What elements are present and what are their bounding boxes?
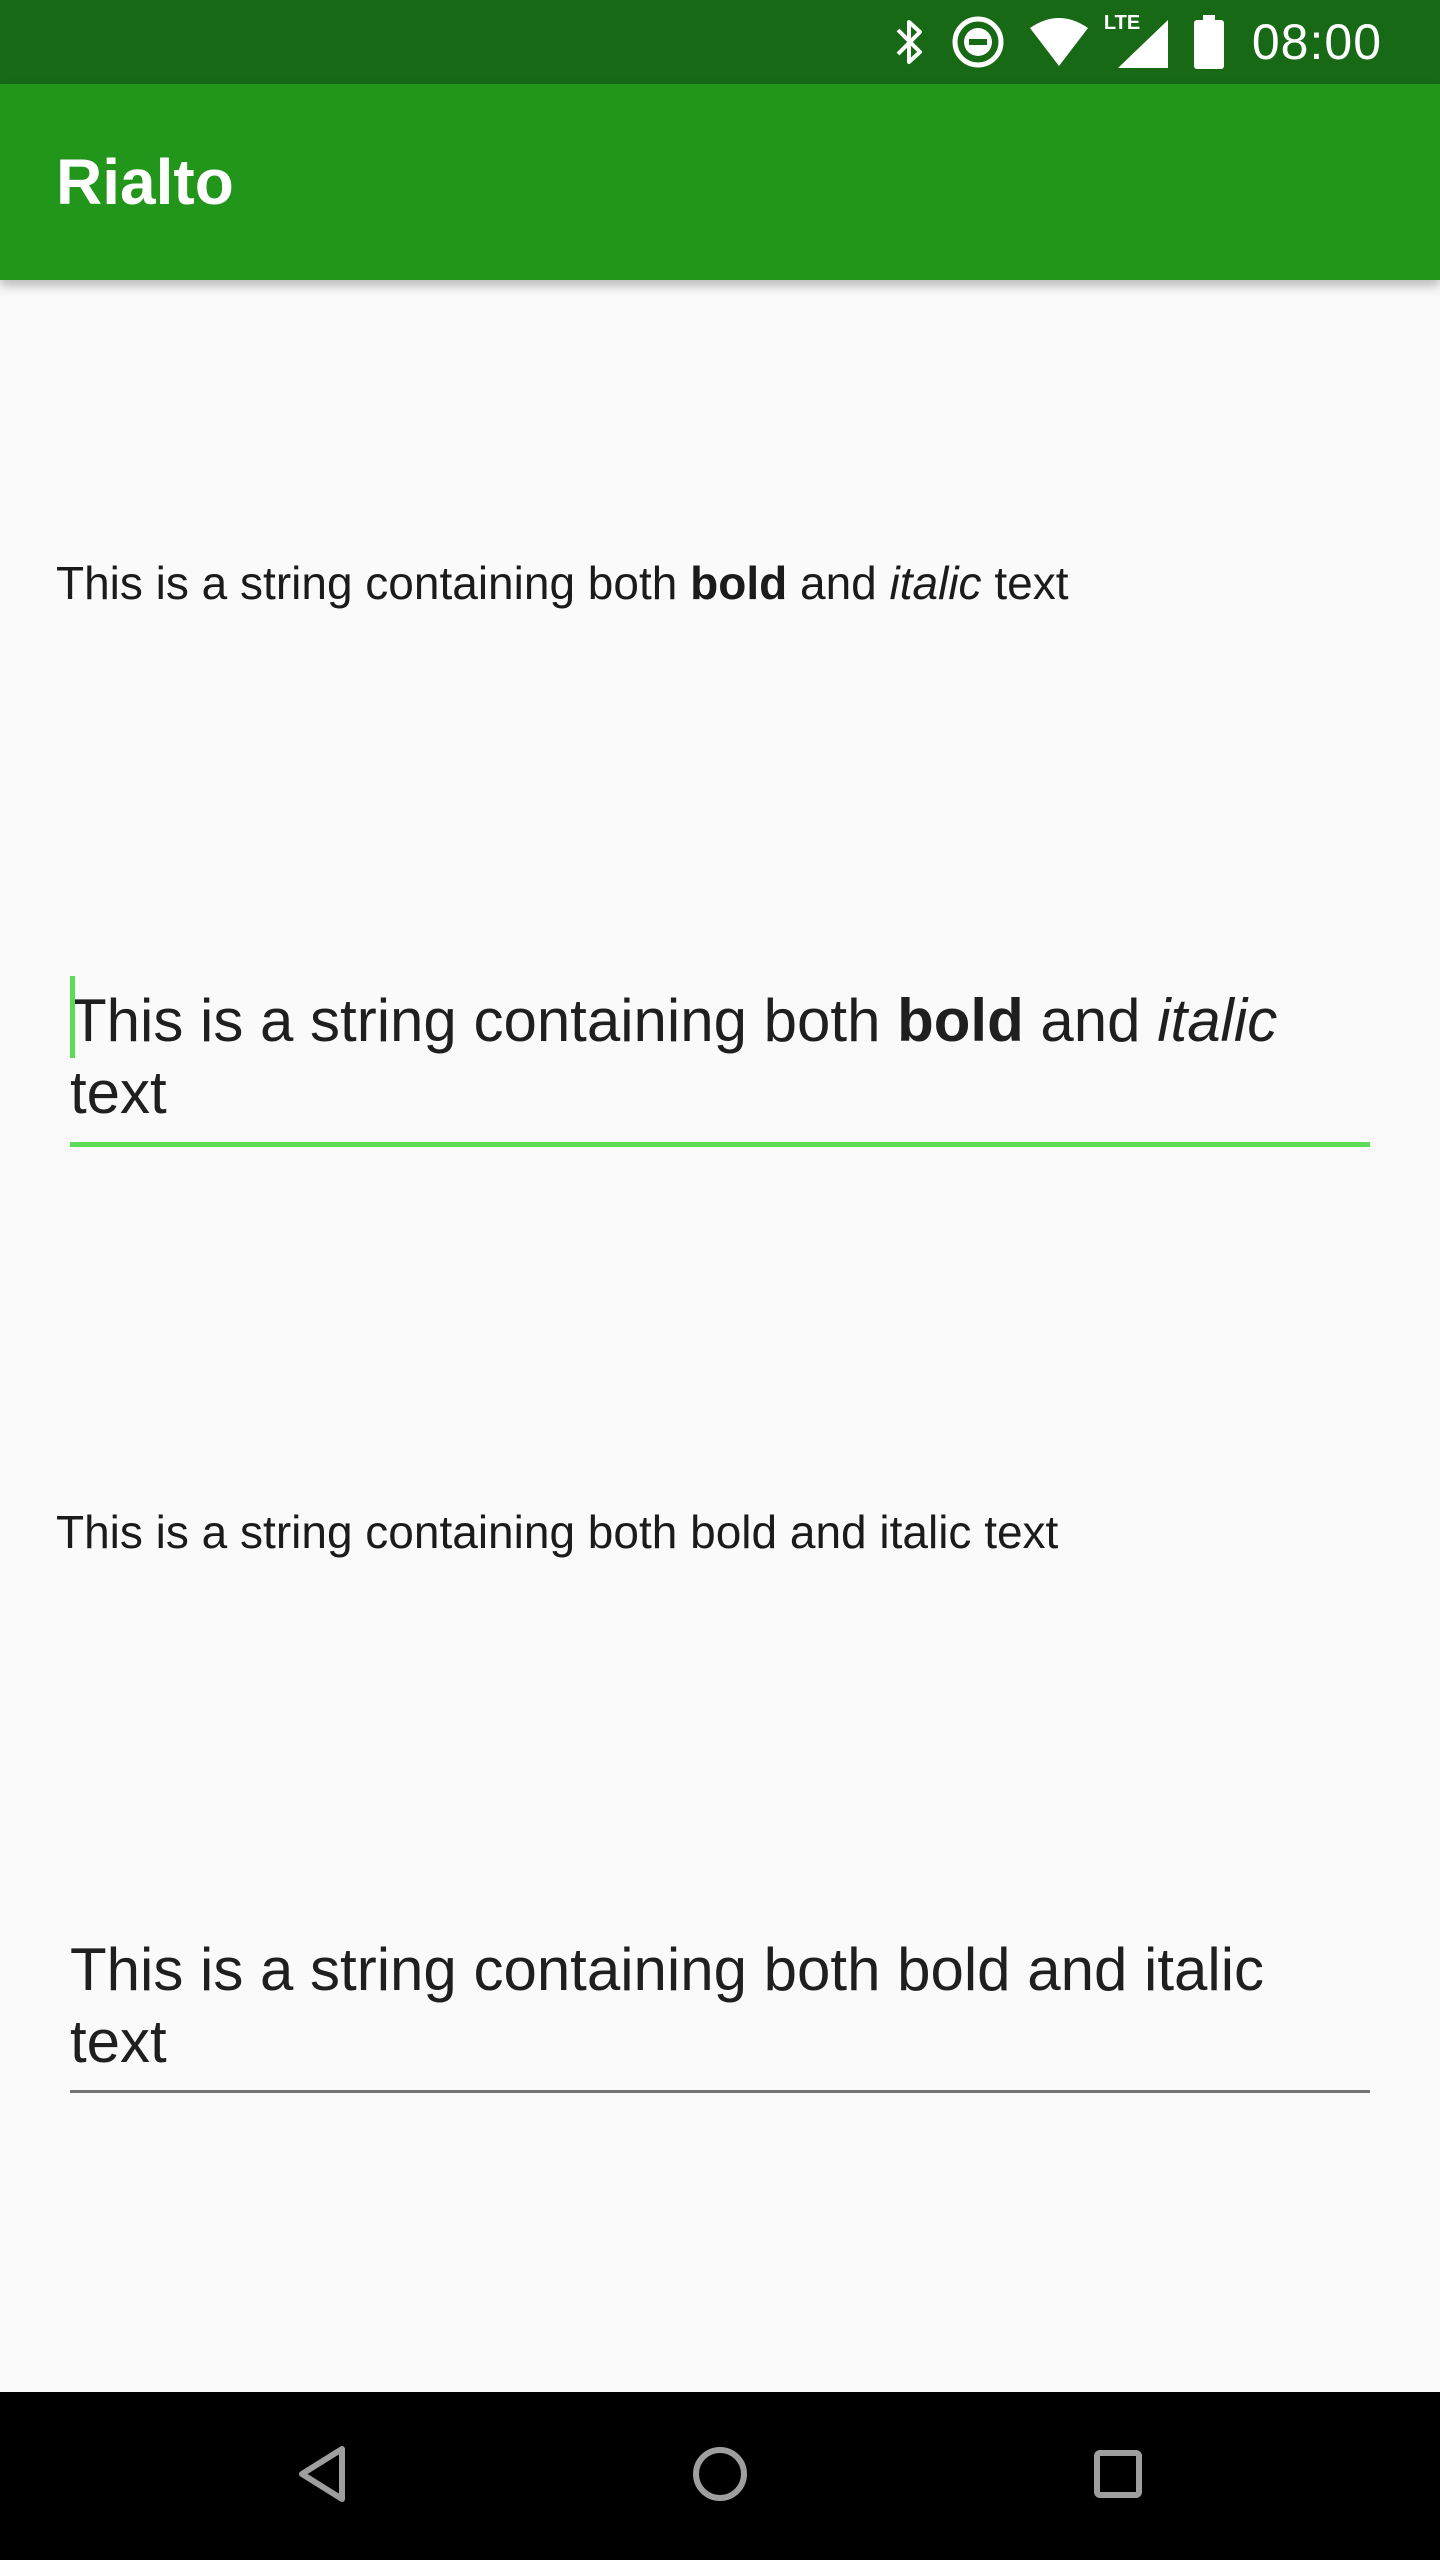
wifi-icon bbox=[1028, 16, 1090, 68]
home-icon bbox=[690, 2444, 750, 2508]
edit-underline bbox=[70, 2090, 1370, 2093]
app-bar: Rialto bbox=[0, 84, 1440, 280]
text-middle: and bbox=[787, 557, 890, 609]
lte-label: LTE bbox=[1103, 12, 1141, 34]
battery-icon bbox=[1193, 15, 1224, 69]
recents-icon bbox=[1092, 2448, 1144, 2504]
plain-text-view: This is a string containing both bold an… bbox=[56, 1506, 1059, 1558]
do-not-disturb-icon bbox=[950, 14, 1006, 70]
bluetooth-icon bbox=[892, 16, 928, 68]
edit-bold: bold bbox=[897, 987, 1024, 1054]
edit-underline-focused bbox=[70, 1142, 1370, 1147]
back-icon bbox=[294, 2443, 350, 2509]
text-bold: bold bbox=[690, 557, 788, 609]
text-cursor bbox=[70, 976, 75, 1058]
recents-button[interactable] bbox=[1034, 2392, 1202, 2560]
styled-edit-text[interactable]: This is a string containing both bold an… bbox=[70, 985, 1370, 1129]
status-time: 08:00 bbox=[1251, 14, 1382, 70]
edit-middle: and bbox=[1023, 987, 1158, 1054]
text-italic: italic bbox=[889, 557, 982, 609]
lte-signal-icon: LTE bbox=[1104, 12, 1172, 70]
text-suffix: text bbox=[981, 557, 1069, 609]
edit-suffix: text bbox=[70, 1059, 167, 1126]
navigation-bar bbox=[0, 2392, 1440, 2560]
back-button[interactable] bbox=[238, 2392, 406, 2560]
edit-italic: italic bbox=[1157, 987, 1278, 1054]
status-bar: LTE 08:00 bbox=[0, 0, 1440, 84]
text-prefix: This is a string containing both bbox=[56, 557, 691, 609]
status-icons: LTE 08:00 bbox=[892, 0, 1382, 84]
plain-edit-text[interactable]: This is a string containing both bold an… bbox=[70, 1934, 1370, 2078]
edit-prefix: This is a string containing both bbox=[70, 987, 898, 1054]
app-title: Rialto bbox=[56, 146, 234, 218]
styled-text-view: This is a string containing both bold an… bbox=[56, 556, 1068, 610]
home-button[interactable] bbox=[636, 2392, 804, 2560]
